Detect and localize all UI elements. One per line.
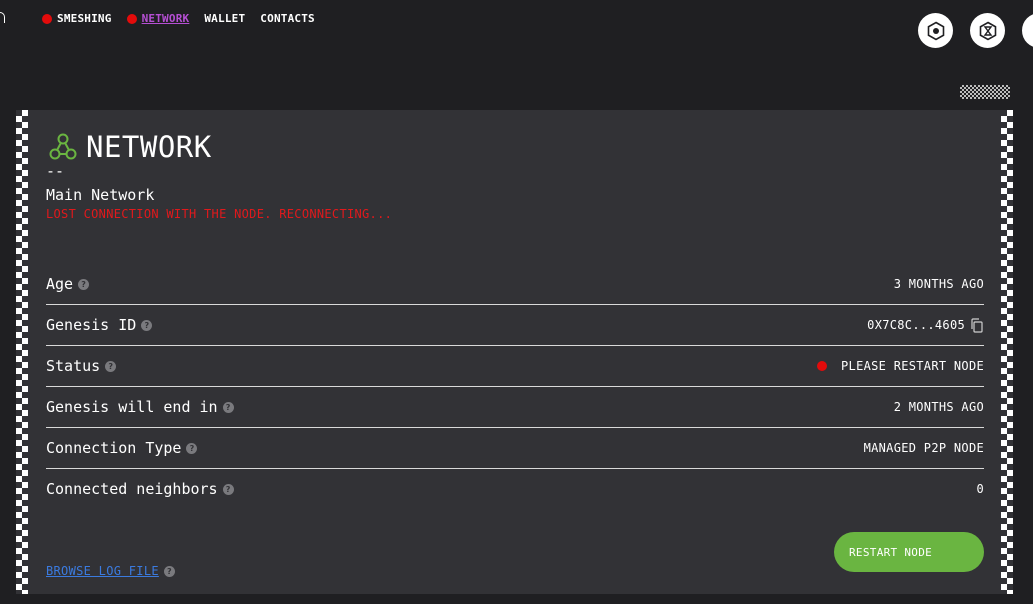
- help-icon[interactable]: ?: [105, 360, 117, 372]
- info-row-age: Age ? 3 MONTHS AGO: [46, 264, 984, 305]
- settings-button[interactable]: [918, 13, 953, 48]
- decorative-pixel-strip: [960, 85, 1010, 99]
- info-row-connection-type: Connection Type ? MANAGED P2P NODE: [46, 428, 984, 469]
- genesis-id-value: 0X7C8C...4605: [867, 318, 965, 332]
- row-label: Status ?: [46, 357, 117, 375]
- title-separator: --: [46, 162, 65, 180]
- page-title: NETWORK: [86, 130, 212, 164]
- row-label-text: Age: [46, 275, 74, 293]
- help-icon[interactable]: ?: [222, 483, 234, 495]
- edge-arc-icon: [0, 12, 5, 23]
- nav-item-network[interactable]: NETWORK: [126, 12, 190, 25]
- browse-log-file-link[interactable]: BROWSE LOG FILE: [46, 564, 159, 578]
- row-label: Connection Type ?: [46, 439, 198, 457]
- network-info-list: Age ? 3 MONTHS AGO Genesis ID ? 0X7C8C..…: [46, 264, 984, 509]
- row-label: Connected neighbors ?: [46, 480, 234, 498]
- status-indicator-dot: [817, 361, 828, 371]
- connection-error-message: LOST CONNECTION WITH THE NODE. RECONNECT…: [46, 207, 393, 221]
- row-value: PLEASE RESTART NODE: [817, 359, 984, 373]
- app-window: SMESHING NETWORK WALLET CONTACTS NETWORK…: [0, 0, 1033, 604]
- age-value: 3 MONTHS AGO: [893, 277, 984, 291]
- nav-label: WALLET: [204, 12, 246, 25]
- row-label-text: Connection Type: [46, 439, 182, 457]
- help-icon[interactable]: ?: [163, 565, 175, 577]
- row-label: Genesis will end in ?: [46, 398, 234, 416]
- panel-header: NETWORK: [48, 130, 212, 164]
- info-row-status: Status ? PLEASE RESTART NODE: [46, 346, 984, 387]
- doc-icon: [1030, 21, 1033, 41]
- status-value: PLEASE RESTART NODE: [841, 359, 984, 373]
- panel-border-left: [16, 110, 28, 594]
- network-icon: [49, 133, 77, 160]
- nav-alert-dot: [126, 13, 137, 24]
- neighbors-value: 0: [976, 482, 984, 496]
- help-icon[interactable]: ?: [222, 401, 234, 413]
- genesis-end-value: 2 MONTHS AGO: [893, 400, 984, 414]
- browse-log-section: BROWSE LOG FILE ?: [46, 564, 175, 578]
- row-value: 0: [976, 482, 984, 496]
- network-name: Main Network: [46, 186, 155, 204]
- copy-icon[interactable]: [970, 317, 984, 333]
- row-value: 3 MONTHS AGO: [894, 277, 984, 291]
- row-value: 0X7C8C...4605: [867, 317, 984, 333]
- row-label-text: Status: [46, 357, 101, 375]
- nav-item-wallet[interactable]: WALLET: [204, 12, 245, 25]
- panel-border-right: [1001, 110, 1013, 594]
- top-right-icons: [918, 13, 1033, 48]
- nav-label: SMESHING: [57, 12, 112, 25]
- nav-alert-dot: [42, 13, 52, 24]
- row-label-text: Connected neighbors: [46, 480, 218, 498]
- nav-item-contacts[interactable]: CONTACTS: [260, 12, 315, 25]
- nav-item-smeshing[interactable]: SMESHING: [42, 12, 112, 25]
- nav-label: NETWORK: [141, 12, 190, 25]
- info-row-genesis-id: Genesis ID ? 0X7C8C...4605: [46, 305, 984, 346]
- row-label-text: Genesis will end in: [46, 398, 218, 416]
- row-value: MANAGED P2P NODE: [864, 441, 984, 455]
- document-button[interactable]: [1022, 13, 1033, 48]
- row-value: 2 MONTHS AGO: [894, 400, 984, 414]
- settings-hex-icon: [927, 21, 944, 40]
- top-navigation: SMESHING NETWORK WALLET CONTACTS: [0, 0, 1033, 50]
- hourglass-hex-icon: [979, 21, 996, 40]
- row-label-text: Genesis ID: [46, 316, 137, 334]
- info-row-genesis-end: Genesis will end in ? 2 MONTHS AGO: [46, 387, 984, 428]
- row-label: Age ?: [46, 275, 90, 293]
- help-icon[interactable]: ?: [78, 278, 90, 290]
- timer-button[interactable]: [970, 13, 1005, 48]
- row-label: Genesis ID ?: [46, 316, 153, 334]
- help-icon[interactable]: ?: [141, 319, 153, 331]
- help-icon[interactable]: ?: [186, 442, 198, 454]
- restart-node-button[interactable]: RESTART NODE: [834, 532, 984, 572]
- main-nav: SMESHING NETWORK WALLET CONTACTS: [42, 12, 330, 25]
- info-row-neighbors: Connected neighbors ? 0: [46, 469, 984, 509]
- connection-type-value: MANAGED P2P NODE: [863, 441, 984, 455]
- network-panel: NETWORK -- Main Network LOST CONNECTION …: [16, 110, 1013, 594]
- nav-label: CONTACTS: [260, 12, 315, 25]
